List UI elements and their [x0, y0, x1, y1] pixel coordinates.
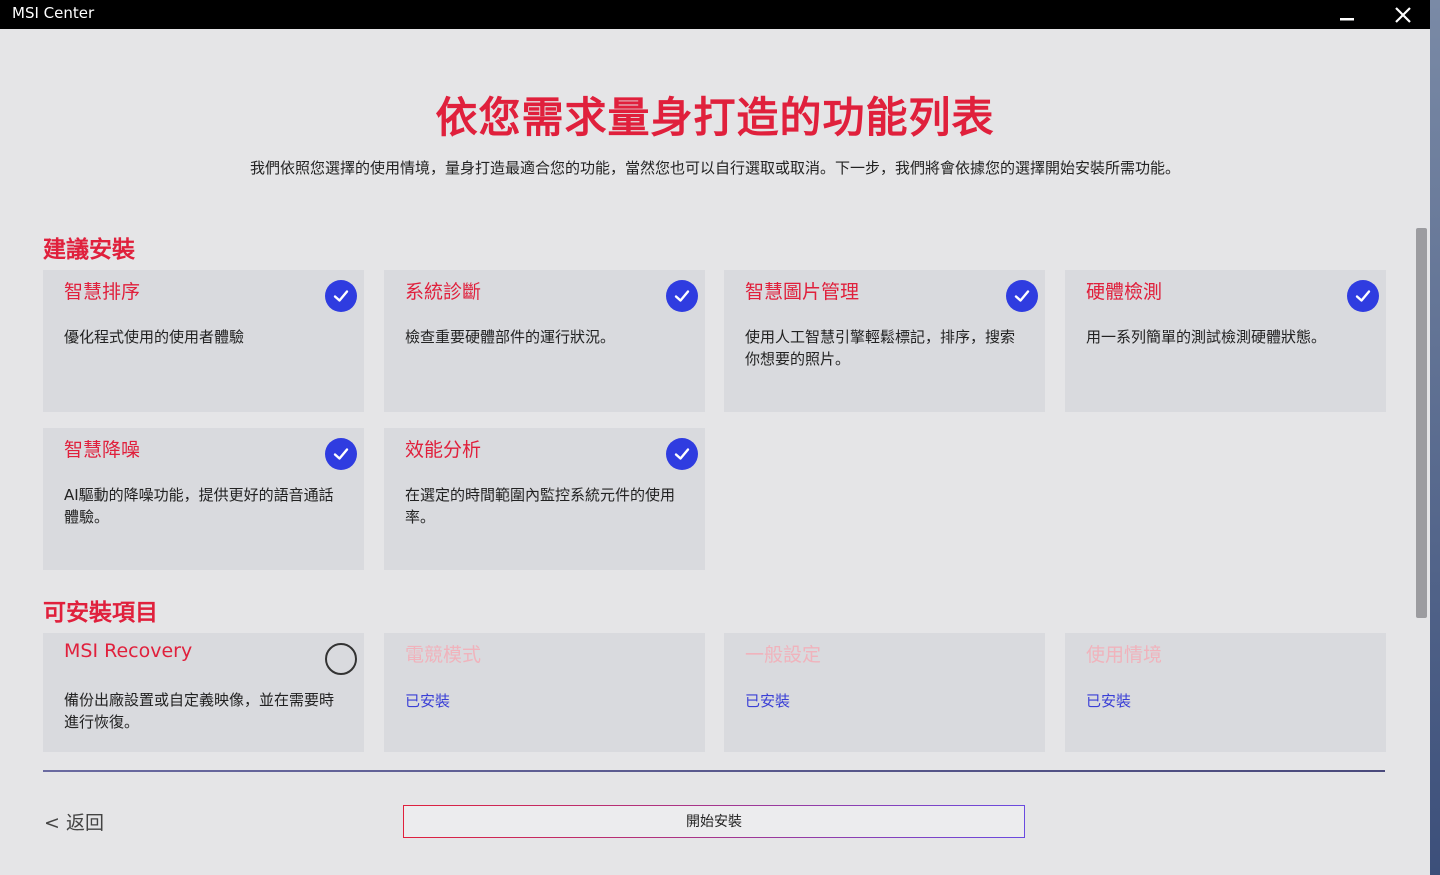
checked-icon[interactable]	[325, 280, 357, 312]
feature-card-desc: 檢查重要硬體部件的運行狀況。	[405, 328, 616, 346]
checked-icon[interactable]	[1006, 280, 1038, 312]
page-title: 依您需求量身打造的功能列表	[435, 93, 995, 142]
start-install-button[interactable]: 開始安裝	[403, 805, 1025, 838]
back-link[interactable]: < 返回	[44, 808, 104, 835]
feature-card-smart-sort[interactable]: 智慧排序 優化程式使用的使用者體驗	[43, 270, 364, 412]
feature-card-desc: 備份出廠設置或自定義映像，並在需要時進行恢復。	[64, 691, 335, 731]
minimize-button[interactable]	[1324, 0, 1370, 29]
minimize-icon	[1340, 17, 1354, 20]
window-title: MSI Center	[12, 4, 95, 22]
close-button[interactable]	[1380, 0, 1426, 29]
section-title-installable: 可安裝項目	[43, 600, 158, 626]
checked-icon[interactable]	[1347, 280, 1379, 312]
scrollbar-thumb[interactable]	[1416, 228, 1427, 618]
feature-card-title: 效能分析	[405, 439, 482, 461]
feature-card-title: 電競模式	[405, 644, 482, 666]
feature-card-title: 使用情境	[1086, 644, 1163, 666]
title-bar: MSI Center	[0, 0, 1430, 29]
feature-card-title: 智慧圖片管理	[745, 281, 860, 303]
installed-status: 已安裝	[405, 692, 451, 710]
feature-card-general-settings: 一般設定 已安裝	[724, 633, 1045, 752]
desktop-background	[1430, 0, 1440, 875]
feature-card-usage-scenario: 使用情境 已安裝	[1065, 633, 1386, 752]
close-icon	[1395, 6, 1411, 23]
feature-card-gaming-mode: 電競模式 已安裝	[384, 633, 705, 752]
feature-card-title: 系統診斷	[405, 281, 482, 303]
checked-icon[interactable]	[666, 438, 698, 470]
feature-card-smart-image[interactable]: 智慧圖片管理 使用人工智慧引擎輕鬆標記，排序，搜索你想要的照片。	[724, 270, 1045, 412]
feature-card-desc: 使用人工智慧引擎輕鬆標記，排序，搜索你想要的照片。	[745, 328, 1016, 368]
feature-card-performance[interactable]: 效能分析 在選定的時間範圍內監控系統元件的使用率。	[384, 428, 705, 570]
feature-card-noise-cancel[interactable]: 智慧降噪 AI驅動的降噪功能，提供更好的語音通話體驗。	[43, 428, 364, 570]
feature-card-title: MSI Recovery	[64, 640, 193, 662]
feature-card-title: 硬體檢測	[1086, 281, 1163, 303]
installed-status: 已安裝	[745, 692, 791, 710]
page-subtitle: 我們依照您選擇的使用情境，量身打造最適合您的功能，當然您也可以自行選取或取消。下…	[249, 159, 1180, 177]
footer-divider	[43, 770, 1385, 772]
feature-card-title: 智慧降噪	[64, 439, 141, 461]
feature-card-desc: 在選定的時間範圍內監控系統元件的使用率。	[405, 486, 676, 526]
feature-card-title: 一般設定	[745, 644, 822, 666]
feature-card-desc: AI驅動的降噪功能，提供更好的語音通話體驗。	[64, 486, 334, 526]
feature-card-desc: 優化程式使用的使用者體驗	[64, 328, 245, 346]
feature-card-title: 智慧排序	[64, 281, 141, 303]
section-title-recommended: 建議安裝	[43, 237, 135, 263]
installed-status: 已安裝	[1086, 692, 1132, 710]
feature-card-msi-recovery[interactable]: MSI Recovery 備份出廠設置或自定義映像，並在需要時進行恢復。	[43, 633, 364, 752]
msi-center-window: MSI Center 依您需求量身打造的功能列表 我們依照您選擇的使用情境，量身…	[0, 0, 1430, 875]
feature-card-system-diagnosis[interactable]: 系統診斷 檢查重要硬體部件的運行狀況。	[384, 270, 705, 412]
checked-icon[interactable]	[325, 438, 357, 470]
feature-card-hardware-test[interactable]: 硬體檢測 用一系列簡單的測試檢測硬體狀態。	[1065, 270, 1386, 412]
unchecked-circle-icon[interactable]	[325, 643, 357, 675]
feature-card-desc: 用一系列簡單的測試檢測硬體狀態。	[1086, 328, 1327, 346]
checked-icon[interactable]	[666, 280, 698, 312]
